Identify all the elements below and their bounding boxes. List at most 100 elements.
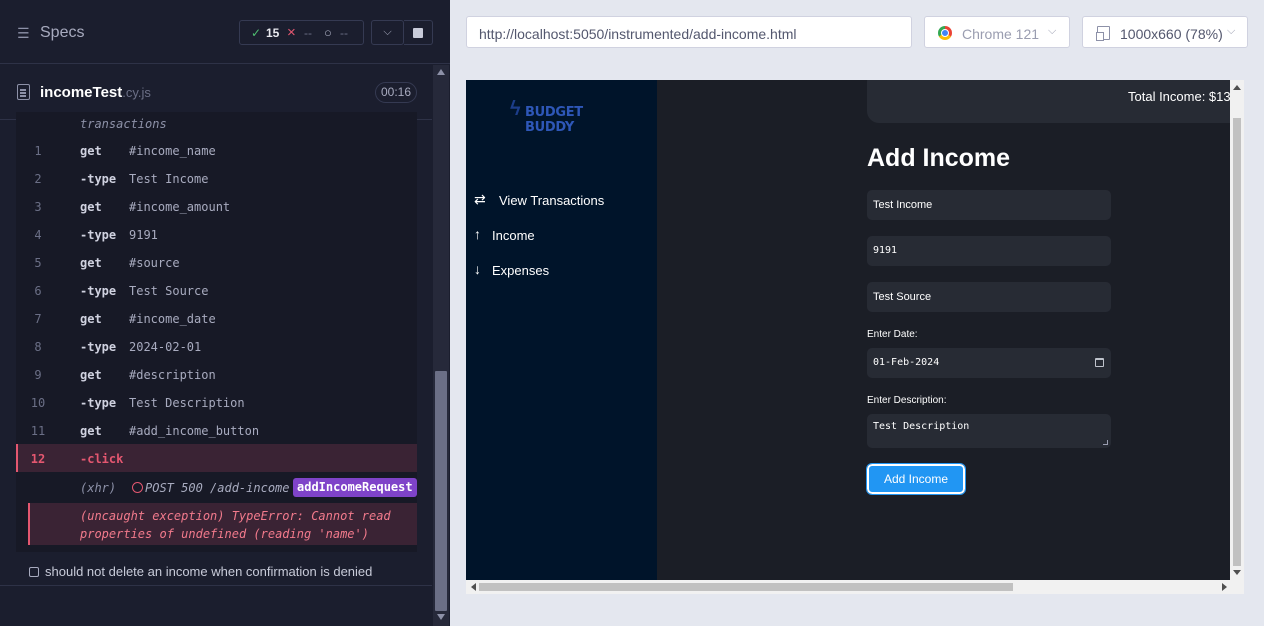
scroll-thumb[interactable] xyxy=(1233,118,1241,566)
x-icon: × xyxy=(287,24,296,41)
resize-grip-icon[interactable] xyxy=(1103,440,1108,445)
command-number: 6 xyxy=(34,284,42,298)
document-icon xyxy=(17,84,30,100)
command-number: 7 xyxy=(34,312,42,326)
app-horizontal-scrollbar[interactable] xyxy=(466,580,1244,594)
income-name-input[interactable]: Test Income xyxy=(867,190,1111,220)
description-label: Enter Description: xyxy=(867,395,947,406)
passed-count: 15 xyxy=(266,26,280,40)
spec-file-name: incomeTest.cy.js xyxy=(40,84,151,101)
scroll-down-icon[interactable] xyxy=(1233,570,1241,575)
command-message: Test Income xyxy=(129,172,209,186)
error-row[interactable]: (uncaught exception) TypeError: Cannot r… xyxy=(28,503,417,545)
browser-label: Chrome 121 xyxy=(962,26,1040,42)
app-iframe: ϟ BUDGET BUDDY ⇄ View Transactions ↑ Income… xyxy=(466,80,1244,594)
spec-duration: 00:16 xyxy=(375,82,417,103)
command-number: 9 xyxy=(34,368,42,382)
date-value: 01-Feb-2024 xyxy=(873,357,940,368)
form-title: Add Income xyxy=(867,144,1011,172)
command-name: get xyxy=(80,200,102,214)
command-message: 9191 xyxy=(129,228,158,242)
command-number: 11 xyxy=(30,424,46,438)
check-icon: ✓ xyxy=(251,26,262,40)
viewport-label: 1000x660 (78%) xyxy=(1120,26,1223,42)
command-number: 12 xyxy=(30,452,46,466)
command-name: -type xyxy=(80,172,117,186)
source-input[interactable]: Test Source xyxy=(867,282,1111,312)
command-row[interactable]: 9 get #description xyxy=(16,360,417,388)
scroll-down-icon[interactable] xyxy=(437,614,445,620)
pending-count: -- xyxy=(340,26,348,40)
command-row[interactable]: 12 -click xyxy=(16,444,417,472)
command-row[interactable]: 11 get #add_income_button xyxy=(16,416,417,444)
scroll-thumb[interactable] xyxy=(435,371,447,611)
scroll-thumb[interactable] xyxy=(479,583,1013,591)
failed-request-icon xyxy=(132,482,143,493)
scroll-left-icon[interactable] xyxy=(471,583,476,591)
command-message: #add_income_button xyxy=(129,424,260,438)
reporter-scrollbar[interactable] xyxy=(433,65,449,626)
xhr-log-row[interactable]: (xhr) POST 500 /add-income addIncomeRequ… xyxy=(16,473,417,501)
viewport-selector[interactable]: 1000x660 (78%) ⌵ xyxy=(1082,16,1248,48)
specs-menu-icon[interactable]: ☰ xyxy=(17,25,33,41)
test-status-icon xyxy=(29,567,39,577)
next-test-row[interactable]: should not delete an income when confirm… xyxy=(0,555,432,586)
income-amount-input[interactable]: 9191 xyxy=(867,236,1111,266)
arrow-down-icon: ↓ xyxy=(474,261,481,277)
command-name: get xyxy=(80,368,102,382)
command-message: #income_amount xyxy=(129,200,231,214)
command-row[interactable]: 1 get #income_name xyxy=(16,136,417,164)
app-logo[interactable]: ϟ BUDGET BUDDY xyxy=(510,98,620,135)
command-number: 3 xyxy=(34,200,42,214)
scroll-up-icon[interactable] xyxy=(1233,85,1241,90)
command-row[interactable]: 6 -type Test Source xyxy=(16,276,417,304)
command-name: get xyxy=(80,144,102,158)
scroll-up-icon[interactable] xyxy=(437,69,445,75)
command-number: 2 xyxy=(34,172,42,186)
command-message: #description xyxy=(129,368,216,382)
error-message: (uncaught exception) TypeError: Cannot r… xyxy=(80,509,391,541)
command-name: get xyxy=(80,312,102,326)
command-row[interactable]: 5 get #source xyxy=(16,248,417,276)
stop-button[interactable] xyxy=(404,20,433,45)
aut-panel: http://localhost:5050/instrumented/add-i… xyxy=(450,0,1264,626)
command-number: 5 xyxy=(34,256,42,270)
scroll-right-icon[interactable] xyxy=(1222,583,1227,591)
command-name: get xyxy=(80,256,102,270)
specs-label[interactable]: Specs xyxy=(40,24,84,42)
command-row[interactable]: 7 get #income_date xyxy=(16,304,417,332)
nav-expenses[interactable]: ↓ Expenses xyxy=(474,258,644,282)
nav-view-transactions[interactable]: ⇄ View Transactions xyxy=(474,188,644,212)
url-bar[interactable]: http://localhost:5050/instrumented/add-i… xyxy=(466,16,912,48)
chevron-down-icon: ⌵ xyxy=(383,26,392,38)
command-name: -click xyxy=(80,452,124,466)
command-message: Test Description xyxy=(129,396,245,410)
command-number: 4 xyxy=(34,228,42,242)
nav-income[interactable]: ↑ Income xyxy=(474,223,644,247)
collapse-button[interactable]: ⌵ xyxy=(371,20,404,45)
app-vertical-scrollbar[interactable] xyxy=(1230,80,1244,580)
add-income-button[interactable]: Add Income xyxy=(866,463,966,495)
command-row[interactable]: 10 -type Test Description xyxy=(16,388,417,416)
command-row[interactable]: 4 -type 9191 xyxy=(16,220,417,248)
cypress-reporter: ☰ Specs ✓ 15 × -- ○ -- ⌵ incomeTest.cy.j… xyxy=(0,0,450,626)
command-name: -type xyxy=(80,340,117,354)
app-main: Total Income: $139 Add Income Test Incom… xyxy=(657,80,1244,580)
date-label: Enter Date: xyxy=(867,329,918,340)
swap-icon: ⇄ xyxy=(474,191,486,207)
total-income: Total Income: $139 xyxy=(1128,89,1238,104)
command-name: -type xyxy=(80,284,117,298)
date-input[interactable]: 01-Feb-2024 xyxy=(867,348,1111,378)
xhr-message: POST 500 /add-income xyxy=(145,481,290,495)
browser-selector[interactable]: Chrome 121 ⌵ xyxy=(924,16,1070,48)
xhr-alias-badge: addIncomeRequest xyxy=(293,478,417,497)
description-textarea[interactable]: Test Description xyxy=(867,414,1111,448)
command-row[interactable]: 8 -type 2024-02-01 xyxy=(16,332,417,360)
calendar-icon[interactable] xyxy=(1095,358,1104,367)
spec-file-ext: .cy.js xyxy=(122,85,151,100)
command-message: #source xyxy=(129,256,180,270)
command-row[interactable]: 2 -type Test Income xyxy=(16,164,417,192)
chevron-down-icon: ⌵ xyxy=(1048,25,1057,37)
command-row[interactable]: 3 get #income_amount xyxy=(16,192,417,220)
command-message: #income_date xyxy=(129,312,216,326)
